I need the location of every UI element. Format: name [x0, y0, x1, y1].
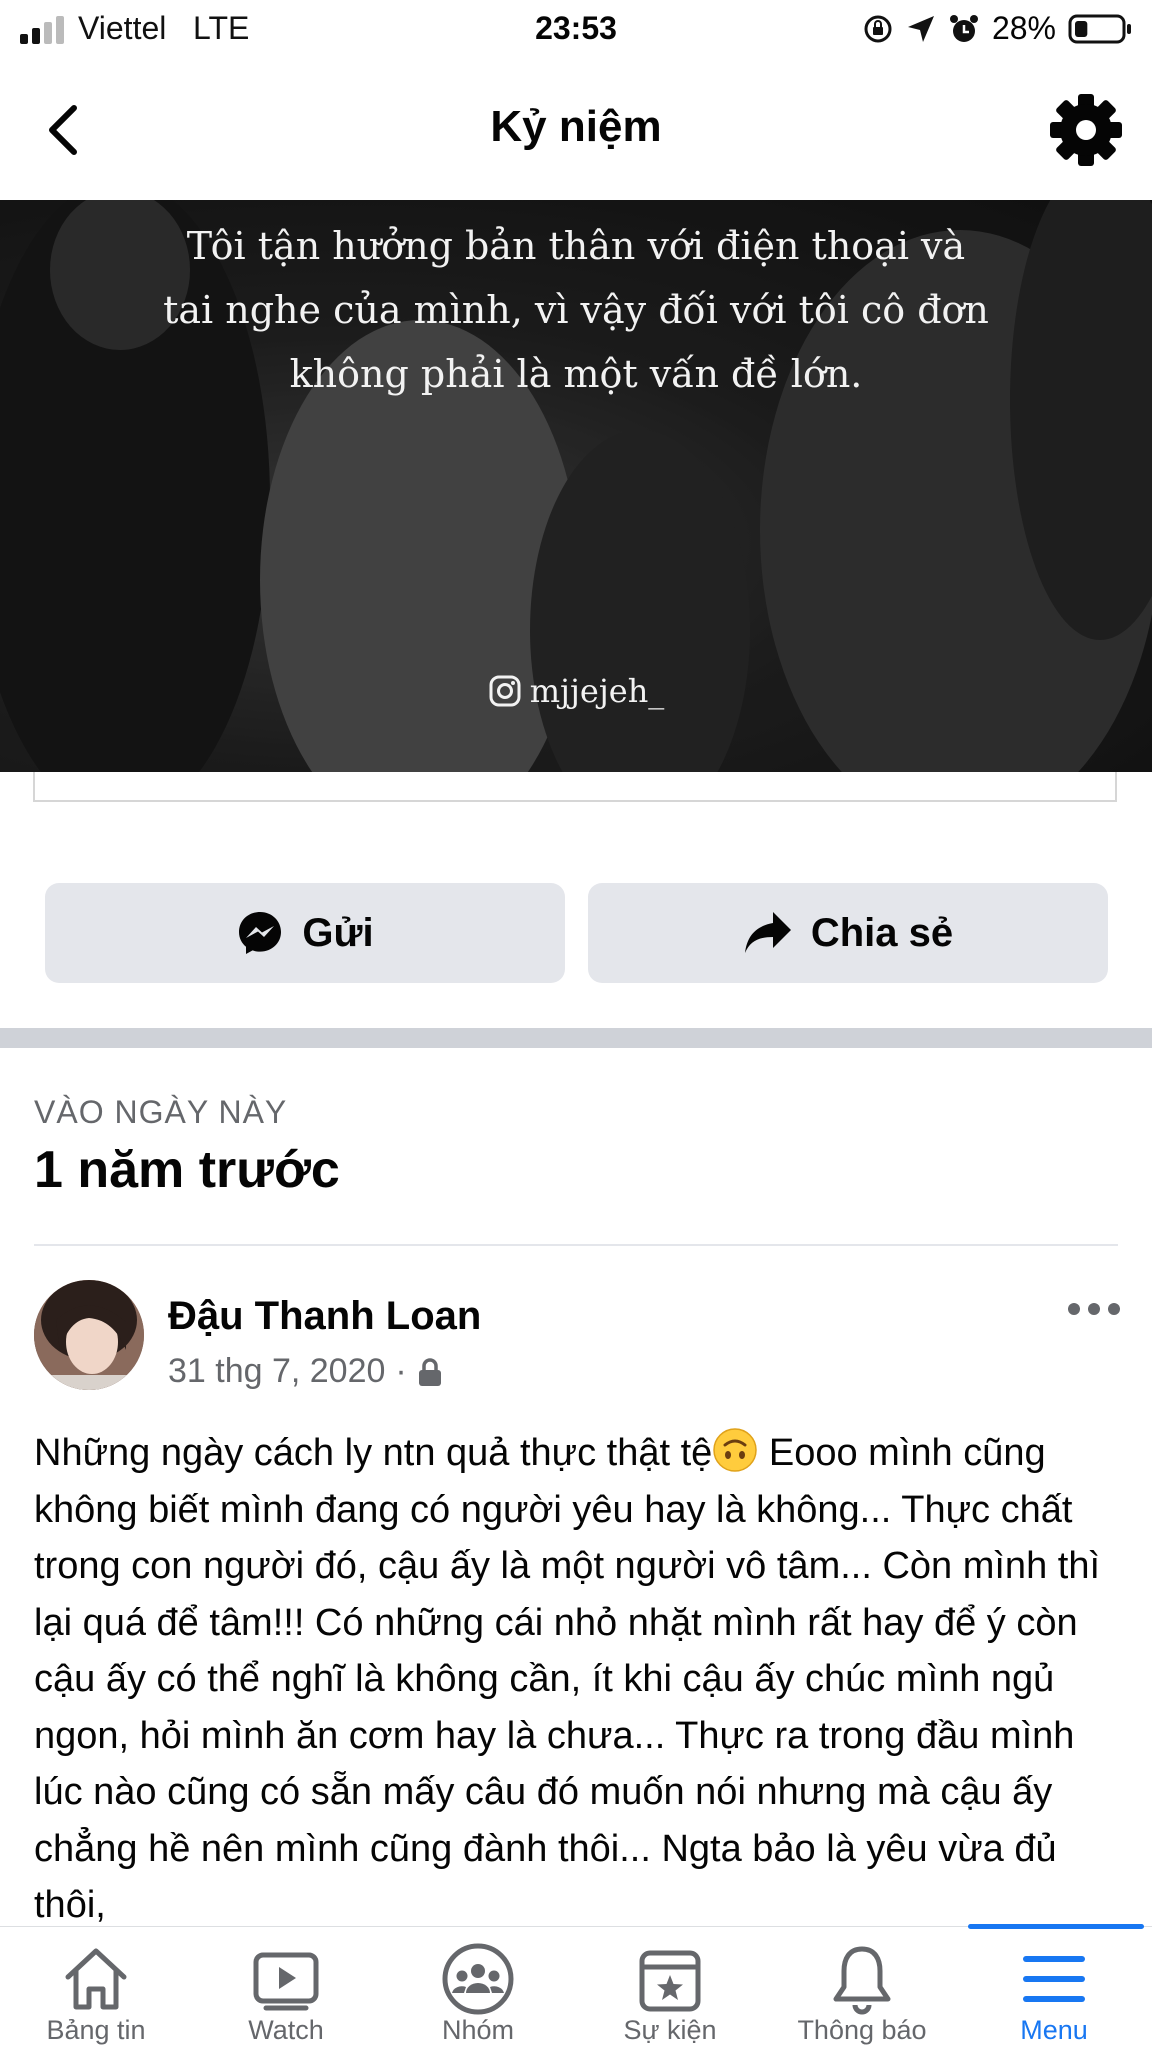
instagram-handle: mjjejeh_	[529, 672, 665, 710]
tab-label: Watch	[248, 2015, 324, 2045]
menu-icon	[1023, 1956, 1085, 2002]
post-more-button[interactable]	[1066, 1298, 1122, 1320]
send-button[interactable]: Gửi	[45, 883, 565, 983]
page-header: Kỷ niệm	[0, 60, 1152, 200]
bottom-tab-bar: Bảng tin Watch Nhóm Sự kiện Thông báo Me…	[0, 1926, 1152, 2049]
avatar[interactable]	[34, 1280, 144, 1390]
gear-icon	[1050, 94, 1122, 166]
post-text-start: Những ngày cách ly ntn quả thực thật tệ	[34, 1432, 713, 1474]
instagram-credit: mjjejeh_	[0, 672, 1152, 713]
quote-line: tai nghe của mình, vì vậy đối với tôi cô…	[163, 288, 989, 332]
alarm-icon	[949, 14, 978, 42]
send-label: Gửi	[302, 910, 374, 955]
tab-groups[interactable]: Nhóm	[382, 1927, 574, 2049]
tab-home[interactable]: Bảng tin	[0, 1927, 192, 2049]
instagram-icon	[489, 675, 521, 707]
post-body: Những ngày cách ly ntn quả thực thật tệ …	[34, 1425, 1124, 1930]
post-author[interactable]: Đậu Thanh Loan	[168, 1294, 481, 1339]
tab-label: Menu	[1020, 2015, 1088, 2045]
quote-line: Tôi tận hưởng bản thân với điện thoại và	[186, 224, 966, 268]
meta-separator: ·	[395, 1352, 407, 1390]
tab-label: Sự kiện	[623, 2015, 717, 2045]
lock-icon	[418, 1357, 441, 1386]
more-horizontal-icon	[1068, 1303, 1120, 1315]
status-right-group: 28%	[862, 10, 1132, 47]
messenger-icon	[239, 912, 282, 954]
rotation-lock-icon	[864, 15, 892, 42]
tab-notifications[interactable]: Thông báo	[766, 1927, 958, 2049]
tab-watch[interactable]: Watch	[190, 1927, 382, 2049]
tab-events[interactable]: Sự kiện	[574, 1927, 766, 2049]
share-arrow-icon	[744, 912, 791, 953]
tab-label: Bảng tin	[46, 2015, 146, 2045]
battery-icon	[1068, 14, 1131, 43]
on-this-day-label: VÀO NGÀY NÀY	[34, 1094, 288, 1130]
location-icon	[907, 15, 934, 42]
upside-down-face-emoji-icon	[713, 1428, 758, 1472]
page-title: Kỷ niệm	[490, 102, 662, 151]
status-bar: Viettel LTE 23:53 28%	[0, 0, 1152, 60]
groups-icon	[442, 1943, 514, 2015]
active-tab-indicator	[968, 1924, 1144, 1929]
avatar-photo	[34, 1280, 144, 1390]
share-button[interactable]: Chia sẻ	[588, 883, 1108, 983]
divider	[34, 1244, 1118, 1246]
battery-percent: 28%	[991, 10, 1056, 46]
tab-label: Thông báo	[797, 2015, 927, 2045]
quote-line: không phải là một vấn đề lớn.	[289, 352, 863, 396]
memory-quote: Tôi tận hưởng bản thân với điện thoại và…	[80, 214, 1072, 406]
bell-icon	[833, 1946, 891, 2015]
watch-icon	[253, 1952, 319, 2011]
section-divider	[0, 1028, 1152, 1048]
post-text-rest: Eooo mình cũng không biết mình đang có n…	[34, 1432, 1101, 1926]
post-date[interactable]: 31 thg 7, 2020	[168, 1352, 385, 1391]
on-this-day-title: 1 năm trước	[34, 1141, 340, 1199]
home-icon	[65, 1948, 127, 2010]
share-label: Chia sẻ	[810, 910, 954, 955]
tab-menu[interactable]: Menu	[958, 1927, 1150, 2049]
events-icon	[639, 1950, 701, 2012]
memory-card-frame	[33, 772, 1117, 802]
tab-label: Nhóm	[441, 2015, 515, 2045]
settings-button[interactable]	[1048, 92, 1124, 168]
post-meta: 31 thg 7, 2020 ·	[168, 1352, 443, 1391]
